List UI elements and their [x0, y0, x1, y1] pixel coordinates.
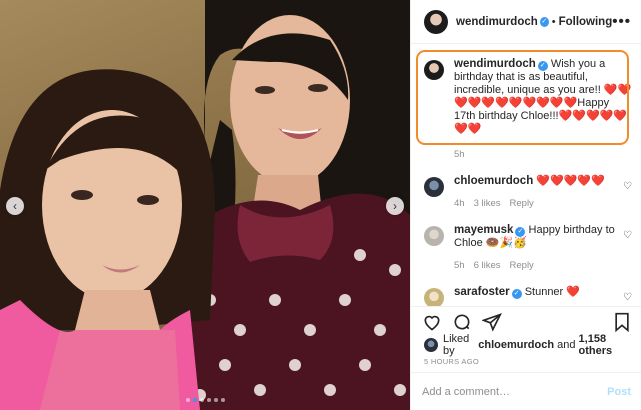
heart-outline-icon[interactable]: ♡ [623, 292, 632, 306]
avatar[interactable] [424, 226, 444, 246]
heart-icon[interactable] [422, 312, 442, 332]
header-username[interactable]: wendimurdoch [456, 16, 538, 28]
comment-username[interactable]: mayemusk [454, 224, 513, 236]
comment-username[interactable]: chloemurdoch [454, 175, 533, 187]
caption: wendimurdoch ✓ Wish you a birthday that i… [411, 58, 641, 161]
heart-outline-icon[interactable]: ♡ [623, 181, 632, 210]
following-button[interactable]: Following [559, 16, 613, 28]
carousel-next-button[interactable]: › [386, 197, 404, 215]
add-comment-bar: Post [411, 372, 641, 410]
carousel-dot [192, 398, 197, 402]
verified-badge-icon: ✓ [539, 16, 549, 27]
carousel-dot [206, 398, 211, 402]
post-photo[interactable]: ‹ › [0, 0, 410, 410]
post-button[interactable]: Post [607, 386, 631, 398]
comment-icon[interactable] [452, 312, 472, 332]
avatar[interactable] [424, 9, 448, 34]
more-dots-icon[interactable]: ••• [612, 13, 631, 30]
share-icon[interactable] [482, 312, 502, 332]
caption-username[interactable]: wendimurdoch [454, 58, 536, 70]
carousel-dot [199, 398, 204, 402]
post-header: wendimurdoch ✓ • Following ••• [411, 0, 641, 44]
chevron-left-icon: ‹ [13, 199, 17, 213]
liked-by-prefix: Liked by [443, 333, 470, 357]
photo-illustration [0, 0, 410, 410]
avatar[interactable] [424, 338, 438, 352]
comment-text: Stunner ❤️ [524, 286, 580, 298]
comment-time: 4h [454, 198, 465, 209]
list-item: mayemusk ✓ Happy birthday to Chloe 🍩🎉🥳 5h… [411, 224, 641, 272]
comment-likes[interactable]: 6 likes [474, 259, 501, 272]
carousel-dot [213, 398, 218, 402]
comment-time: 5h [454, 260, 465, 271]
carousel-dots [0, 398, 410, 402]
carousel-dot [185, 398, 190, 402]
chevron-right-icon: › [393, 199, 397, 213]
avatar[interactable] [424, 177, 444, 197]
verified-badge-icon: ✓ [537, 61, 548, 71]
verified-badge-icon: ✓ [515, 227, 526, 237]
liked-by-others[interactable]: 1,158 others [579, 333, 629, 357]
reply-button[interactable]: Reply [510, 259, 534, 272]
carousel-prev-button[interactable]: ‹ [6, 197, 24, 215]
comment-username[interactable]: sarafoster [454, 286, 510, 298]
post-side-panel: wendimurdoch ✓ • Following ••• wendimurd… [410, 0, 641, 410]
comment-likes[interactable]: 3 likes [474, 197, 501, 210]
comments-list[interactable]: wendimurdoch ✓ Wish you a birthday that i… [411, 44, 641, 306]
verified-badge-icon: ✓ [511, 289, 522, 299]
list-item: sarafoster ✓ Stunner ❤️ ♡ [411, 286, 641, 306]
comment-input[interactable] [422, 385, 608, 398]
comment-text: ❤️❤️❤️❤️❤️ [536, 175, 605, 187]
list-item: chloemurdoch ❤️❤️❤️❤️❤️ 4h 3 likes Reply… [411, 175, 641, 210]
avatar[interactable] [424, 60, 444, 80]
heart-outline-icon[interactable]: ♡ [623, 230, 632, 272]
caption-time: 5h [454, 149, 465, 160]
instagram-post: ‹ › wendimurdoch ✓ • Following ••• wendi… [0, 0, 641, 410]
reply-button[interactable]: Reply [510, 197, 534, 210]
liked-by: Liked by chloemurdoch and 1,158 others [411, 333, 641, 357]
avatar[interactable] [424, 288, 444, 306]
separator-dot: • [551, 15, 556, 28]
bookmark-icon[interactable] [613, 312, 631, 332]
liked-by-user[interactable]: chloemurdoch [478, 339, 554, 351]
carousel-dot [220, 398, 225, 402]
action-bar: Liked by chloemurdoch and 1,158 others 5… [411, 306, 641, 371]
liked-by-joiner: and [557, 339, 576, 351]
